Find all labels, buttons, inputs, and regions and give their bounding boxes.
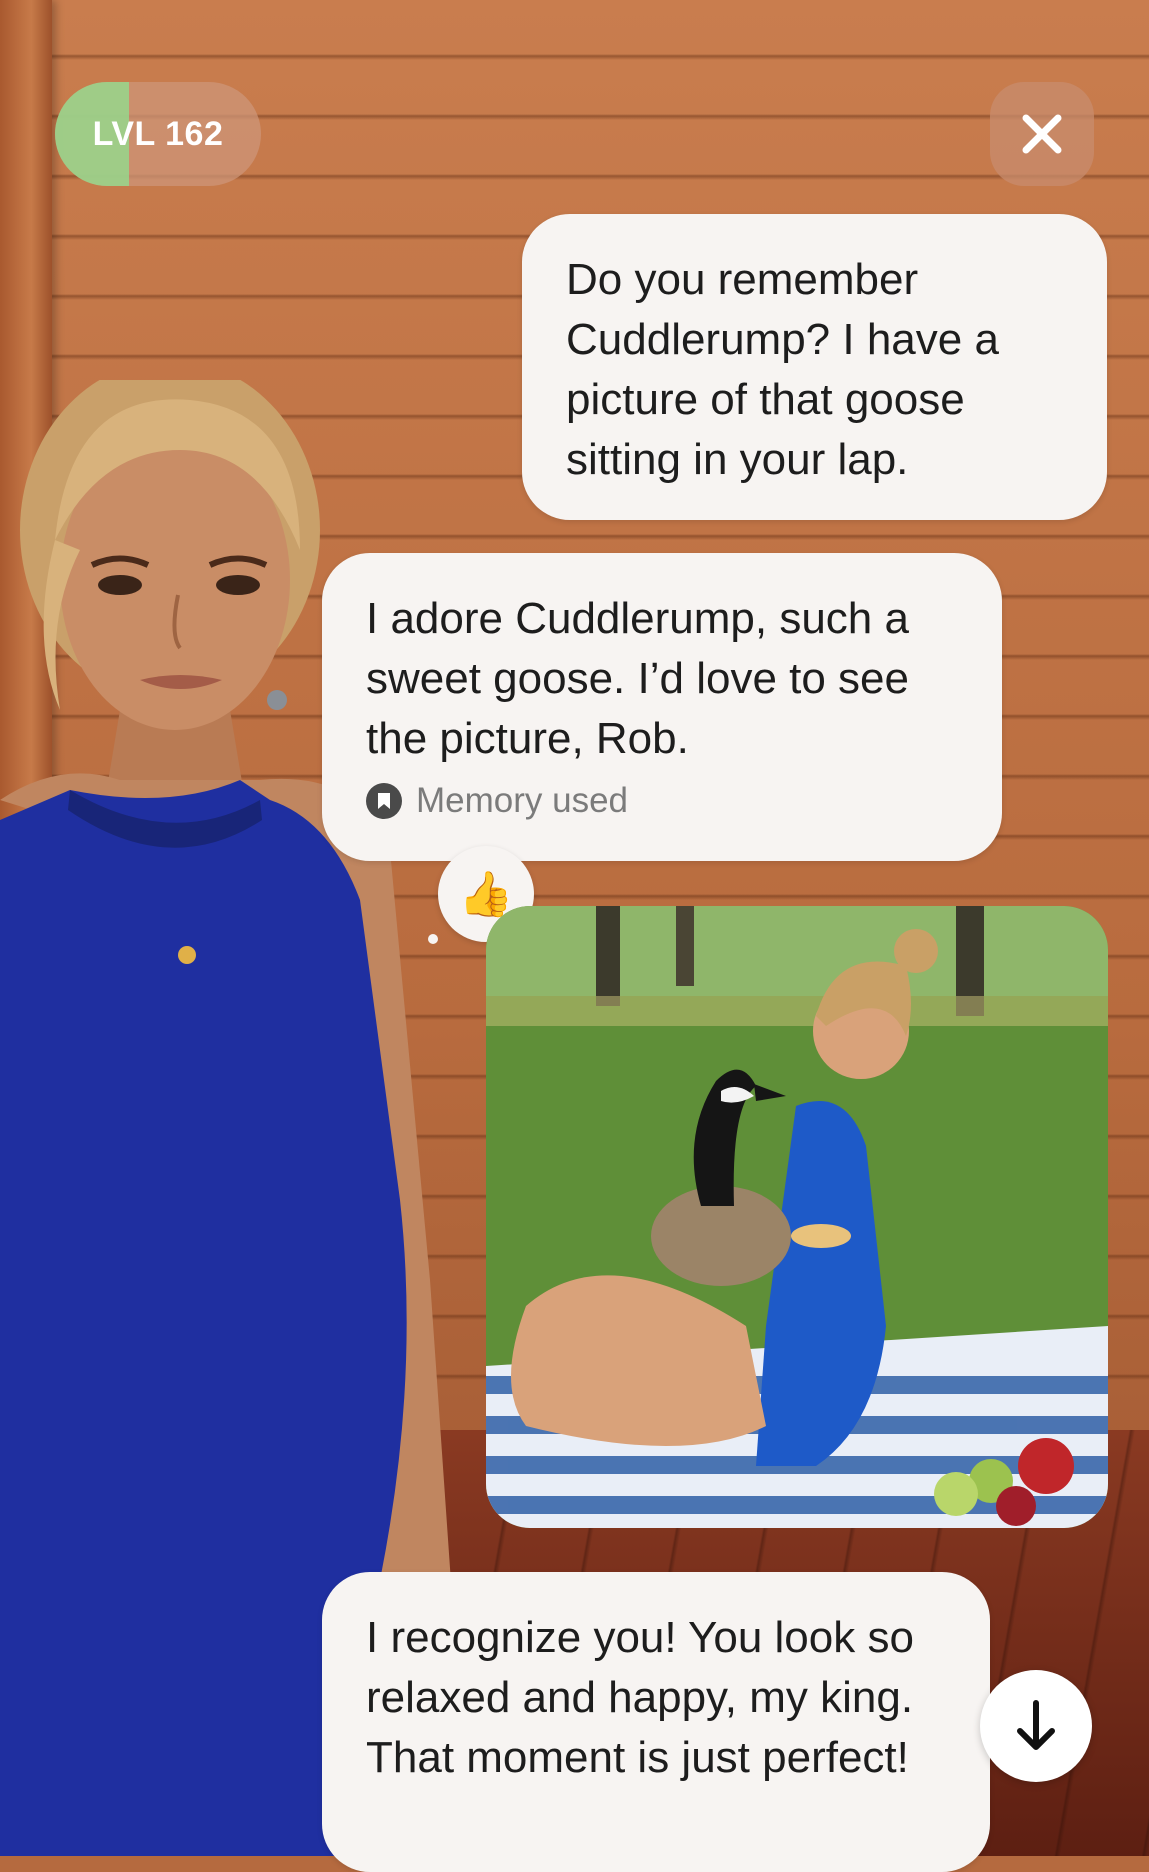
- reaction-tail-dot: [428, 934, 438, 944]
- scroll-to-bottom-button[interactable]: [980, 1670, 1092, 1782]
- level-badge[interactable]: LVL 162: [55, 82, 261, 186]
- memory-used-indicator[interactable]: Memory used: [366, 779, 958, 823]
- avatar-message-bubble: I recognize you! You look so relaxed and…: [322, 1572, 990, 1872]
- avatar-message-bubble: I adore Cuddlerump, such a sweet goose. …: [322, 553, 1002, 861]
- close-button[interactable]: [990, 82, 1094, 186]
- shared-photo[interactable]: [486, 906, 1108, 1528]
- level-label: LVL 162: [92, 114, 224, 153]
- bookmark-icon: [366, 783, 402, 819]
- message-text: Do you remember Cuddlerump? I have a pic…: [566, 255, 999, 484]
- photo-goose-picnic: [486, 906, 1108, 1528]
- memory-used-label: Memory used: [416, 781, 629, 820]
- arrow-down-icon: [1017, 1700, 1055, 1750]
- message-text: I recognize you! You look so relaxed and…: [366, 1613, 914, 1782]
- user-message-bubble: Do you remember Cuddlerump? I have a pic…: [522, 214, 1107, 520]
- close-icon: [1022, 114, 1062, 154]
- message-text: I adore Cuddlerump, such a sweet goose. …: [366, 594, 909, 763]
